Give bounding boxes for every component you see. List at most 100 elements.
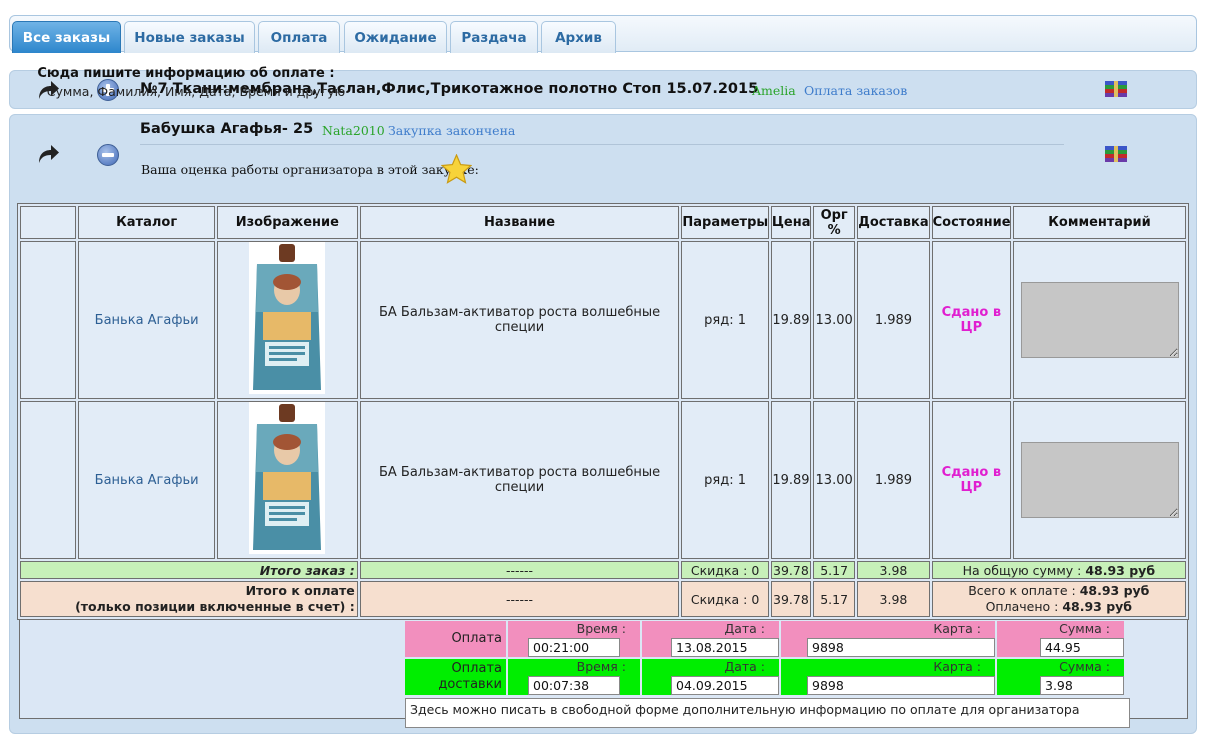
to-pay-dash: ------ (359, 581, 680, 617)
total-sum-value: 48.93 руб (1085, 562, 1156, 578)
paid-label: Оплачено : (985, 599, 1059, 614)
col-header-catalog: Каталог (78, 206, 215, 239)
col-header-params: Параметры (681, 206, 769, 239)
payment-help-title: Сюда пишите информацию об оплате : (37, 66, 335, 81)
price-cell: 19.89 (770, 241, 812, 399)
delivery-time-input[interactable]: 00:07:38 (528, 676, 620, 695)
total-label: Итого заказ : (20, 561, 358, 579)
delivery-time-label: Время : (576, 659, 626, 674)
divider (140, 144, 1064, 145)
row-select-cell (20, 241, 77, 399)
image-cell (216, 401, 358, 559)
col-header-name: Название (359, 206, 680, 239)
order-sum-label: Сумма : (1059, 621, 1110, 636)
delivery-card-label: Карта : (933, 659, 981, 674)
delivery-payment-label-line2: доставки (438, 677, 502, 692)
tab-payment[interactable]: Оплата (258, 21, 340, 53)
delivery-card-input[interactable]: 9898 (807, 676, 995, 695)
order-payment-label: Оплата заказа (405, 621, 506, 682)
payment-notes-textarea[interactable]: Здесь можно писать в свободной форме доп… (405, 698, 1130, 728)
comment-cell (1013, 241, 1186, 399)
tab-bar: Все заказы Новые заказы Оплата Ожидание … (9, 15, 1197, 53)
col-header-state: Состояние (931, 206, 1012, 239)
table-header-row: Каталог Изображение Название Параметры Ц… (20, 206, 1186, 239)
order-sum-input[interactable]: 44.95 (1040, 638, 1124, 657)
delivery-date-label: Дата : (724, 659, 765, 674)
rating-star-icon[interactable] (441, 154, 472, 184)
paid-value: 48.93 руб (1062, 599, 1133, 614)
purchase-status-link[interactable]: Закупка закончена (388, 123, 515, 138)
order-card-label: Карта : (933, 621, 981, 636)
purchase-title: Бабушка Агафья- 25 (140, 121, 314, 137)
order-date-label: Дата : (724, 621, 765, 636)
product-name-cell: БА Бальзам-активатор роста волшебные спе… (359, 401, 680, 559)
tab-distribution[interactable]: Раздача (450, 21, 538, 53)
total-sum-label: На общую сумму : (962, 562, 1082, 578)
col-header-price: Цена (770, 206, 812, 239)
tab-waiting[interactable]: Ожидание (344, 21, 447, 53)
to-pay-label-cell: Итого к оплате (только позиции включенны… (20, 581, 358, 617)
state-cell: Сдано в ЦР (931, 241, 1012, 399)
to-pay-org: 5.17 (813, 581, 856, 617)
delivery-payment-label: Оплата доставки (405, 659, 506, 695)
organizer-link[interactable]: Amelia (752, 83, 796, 98)
order-time-label: Время : (576, 621, 626, 636)
order-card-input[interactable]: 9898 (807, 638, 995, 657)
product-image[interactable] (249, 402, 326, 554)
delivery-sum-input[interactable]: 3.98 (1040, 676, 1124, 695)
archive-icon[interactable] (1105, 146, 1127, 162)
order-time-input[interactable]: 00:21:00 (528, 638, 620, 657)
share-arrow-icon[interactable] (36, 143, 60, 165)
to-pay-total-label: Всего к оплате : (968, 583, 1076, 598)
total-org: 5.17 (813, 561, 856, 579)
table-row: Банька Агафьи БА Бальзам-активатор роста… (20, 401, 1186, 559)
to-pay-sublabel: (только позиции включенные в счет) : (75, 599, 355, 614)
col-header-comment: Комментарий (1013, 206, 1186, 239)
product-image[interactable] (249, 242, 326, 394)
to-pay-price: 39.78 (770, 581, 812, 617)
to-pay-discount: Скидка : 0 (681, 581, 769, 617)
delivery-cell: 1.989 (857, 401, 930, 559)
table-row: Банька Агафьи БА Бальзам-активатор роста… (20, 241, 1186, 399)
row-select-cell (20, 401, 77, 559)
col-header-delivery: Доставка (857, 206, 930, 239)
total-discount: Скидка : 0 (681, 561, 769, 579)
to-pay-delivery: 3.98 (857, 581, 930, 617)
catalog-cell: Банька Агафьи (78, 241, 215, 399)
org-percent-cell: 13.00 (813, 401, 856, 559)
comment-cell (1013, 401, 1186, 559)
params-cell: ряд: 1 (681, 241, 769, 399)
price-cell: 19.89 (770, 401, 812, 559)
to-pay-label: Итого к оплате (245, 583, 355, 598)
params-cell: ряд: 1 (681, 401, 769, 559)
to-pay-total-value: 48.93 руб (1079, 583, 1150, 598)
image-cell (216, 241, 358, 399)
delivery-cell: 1.989 (857, 241, 930, 399)
organizer-link[interactable]: Nata2010 (322, 123, 385, 138)
order-table: Каталог Изображение Название Параметры Ц… (17, 203, 1189, 620)
total-dash: ------ (359, 561, 680, 579)
tab-new-orders[interactable]: Новые заказы (124, 21, 255, 53)
payment-help-subtitle: Сумма, Фамилия, Имя, Дата, Время и другу… (46, 84, 346, 99)
collapse-minus-icon[interactable] (97, 144, 119, 166)
archive-icon[interactable] (1105, 81, 1127, 97)
col-header-org: Орг % (813, 206, 856, 239)
comment-textarea[interactable] (1020, 442, 1179, 518)
total-price: 39.78 (770, 561, 812, 579)
purchase-status-link[interactable]: Оплата заказов (804, 83, 907, 98)
state-cell: Сдано в ЦР (931, 401, 1012, 559)
order-date-input[interactable]: 13.08.2015 (671, 638, 779, 657)
delivery-sum-label: Сумма : (1059, 659, 1110, 674)
to-pay-row: Итого к оплате (только позиции включенны… (20, 581, 1186, 617)
total-delivery: 3.98 (857, 561, 930, 579)
delivery-date-input[interactable]: 04.09.2015 (671, 676, 779, 695)
tab-archive[interactable]: Архив (541, 21, 616, 53)
tab-all-orders[interactable]: Все заказы (12, 21, 121, 53)
total-row: Итого заказ : ------ Скидка : 0 39.78 5.… (20, 561, 1186, 579)
col-header-image: Изображение (216, 206, 358, 239)
comment-textarea[interactable] (1020, 282, 1179, 358)
to-pay-sum-cell: Всего к оплате : 48.93 руб Оплачено : 48… (931, 581, 1186, 617)
product-name-cell: БА Бальзам-активатор роста волшебные спе… (359, 241, 680, 399)
delivery-payment-label-line1: Оплата (451, 661, 502, 676)
catalog-cell: Банька Агафьи (78, 401, 215, 559)
